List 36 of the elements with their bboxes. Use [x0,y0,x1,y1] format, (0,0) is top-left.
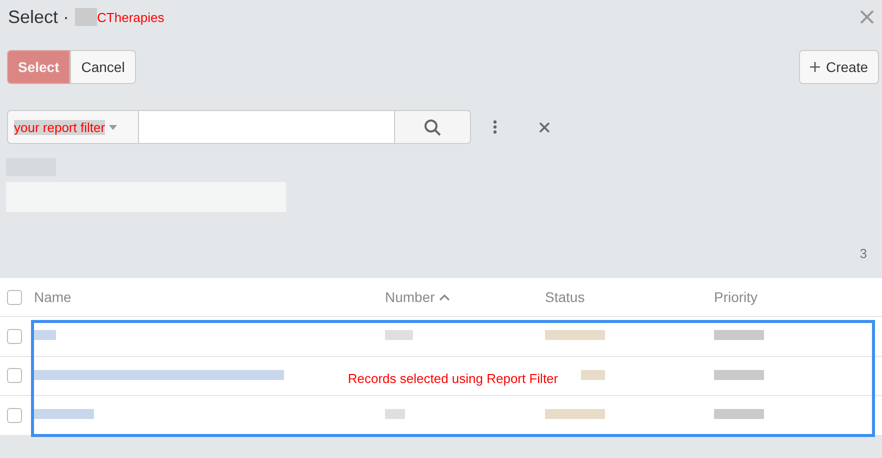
search-button[interactable] [395,110,471,144]
search-icon [424,118,441,136]
column-header[interactable]: Number [385,289,545,305]
redacted-text [385,409,405,420]
title-note: CTherapies [97,10,164,24]
close-icon [539,122,550,132]
redacted-link[interactable] [34,330,56,340]
column-header[interactable]: Priority [714,289,882,305]
row-checkbox[interactable] [7,328,22,344]
caret-icon [109,124,118,130]
cancel-button[interactable]: Cancel [70,50,136,84]
annotation-text: Records selected using Report Filter [348,371,558,386]
plus-icon [810,62,820,72]
column-header[interactable]: Status [545,289,714,305]
close-icon[interactable] [860,10,874,24]
redacted-text [545,409,605,420]
redacted-link[interactable] [34,409,94,420]
redacted-text [581,370,605,380]
search-field[interactable] [139,110,395,144]
column-header[interactable]: Name [34,289,385,305]
redacted-text [385,330,413,340]
redacted-text [75,8,98,26]
redacted-text [714,330,764,340]
create-button[interactable]: Create [798,50,879,84]
redacted-text [714,370,764,380]
dots-icon [493,120,497,134]
sort-up-icon [438,294,450,300]
record-count: 3 [860,246,867,263]
filter-dropdown[interactable]: your report filter [7,110,139,144]
dialog-title: Select · [8,6,70,28]
row-checkbox[interactable] [7,408,22,423]
row-checkbox[interactable] [7,368,22,384]
redacted-text [545,330,605,340]
redacted-text [714,409,764,420]
redacted-link[interactable] [34,370,284,380]
select-all-checkbox[interactable] [7,290,22,304]
